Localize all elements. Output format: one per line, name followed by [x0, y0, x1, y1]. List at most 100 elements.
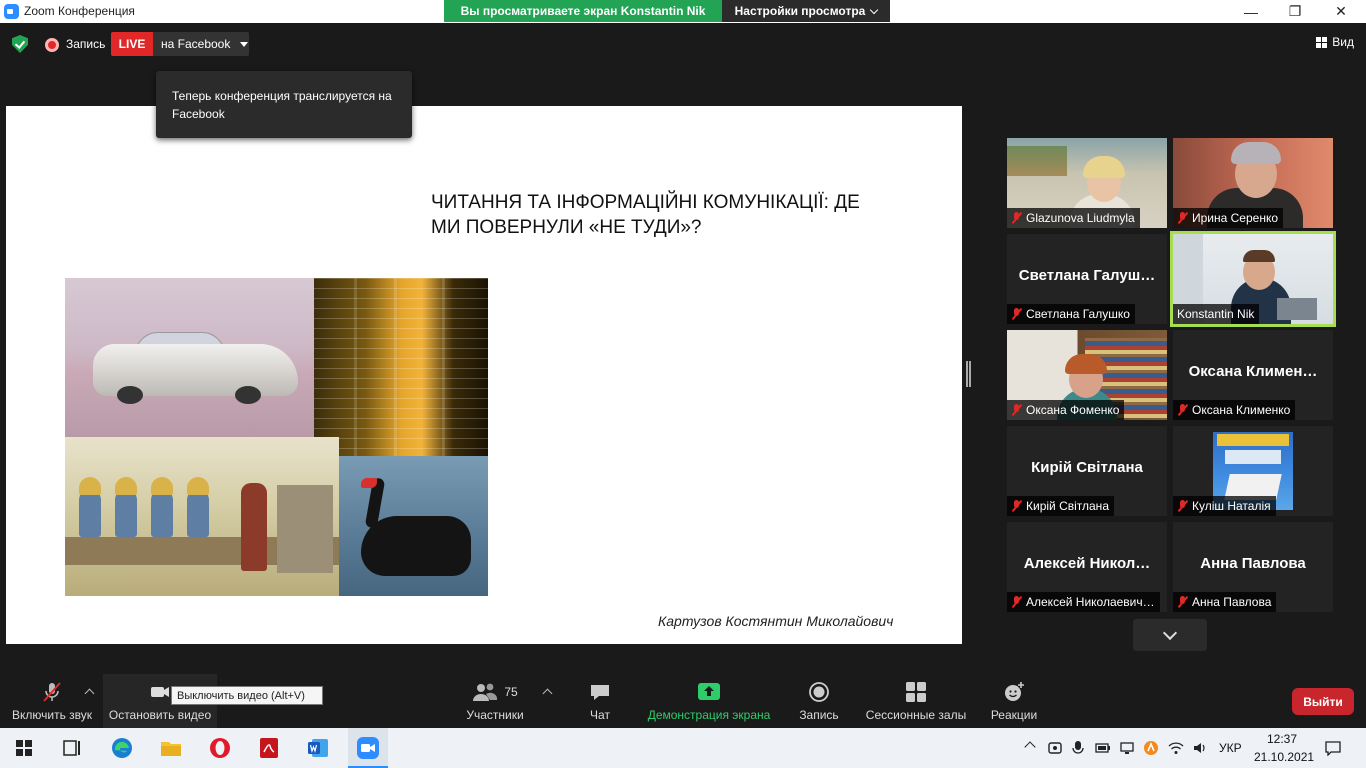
unmute-button[interactable]: Включить звук [10, 674, 94, 728]
participant-nametag: Алексей Николаевич… [1007, 592, 1160, 612]
participants-options-caret-icon[interactable] [542, 688, 553, 699]
record-label: Запись [799, 708, 839, 722]
next-participants-button[interactable] [1133, 619, 1207, 651]
participants-button[interactable]: 75 Участники [462, 674, 528, 728]
participant-tile[interactable]: Оксана Фоменко [1007, 330, 1167, 420]
speaker-volume-icon[interactable] [1192, 740, 1208, 756]
participant-tile[interactable]: Алексей Никол… Алексей Николаевич… [1007, 522, 1167, 612]
wifi-icon[interactable] [1168, 740, 1184, 756]
opera-browser-icon[interactable] [208, 736, 232, 760]
avast-tray-icon[interactable] [1143, 740, 1159, 756]
maximize-button[interactable]: ❐ [1272, 0, 1318, 23]
mic-muted-icon [1011, 500, 1022, 512]
participant-nametag: Glazunova Liudmyla [1007, 208, 1140, 228]
recording-label[interactable]: Запись [66, 37, 105, 51]
slide-title: ЧИТАННЯ ТА ІНФОРМАЦІЙНІ КОМУНІКАЦІЇ: ДЕ … [431, 192, 860, 238]
windows-start-icon[interactable] [16, 740, 32, 756]
zoom-taskbar-active[interactable] [348, 728, 388, 768]
mic-muted-icon [1177, 596, 1188, 608]
recording-dot-icon [45, 38, 59, 52]
breakout-rooms-button[interactable]: Сессионные залы [864, 674, 968, 728]
share-screen-label: Демонстрация экрана [647, 708, 771, 722]
window-title: Zoom Конференция [24, 4, 135, 18]
participant-tile[interactable]: Светлана Галуш… Светлана Галушко [1007, 234, 1167, 324]
word-app-icon[interactable] [306, 736, 330, 760]
breakout-rooms-icon [906, 682, 926, 702]
mic-muted-icon [1011, 212, 1022, 224]
share-screen-button[interactable]: Демонстрация экрана [646, 674, 772, 728]
participant-nametag: Кирій Світлана [1007, 496, 1114, 516]
view-button[interactable]: Вид [1316, 35, 1354, 49]
grid-view-icon [1316, 36, 1328, 48]
live-badge: LIVE [111, 32, 153, 56]
camera-tray-icon[interactable] [1047, 740, 1063, 756]
screen-share-banner: Вы просматриваете экран Konstantin Nik Н… [444, 0, 890, 22]
participants-label: Участники [466, 708, 524, 722]
split-resize-handle[interactable] [966, 361, 971, 387]
leave-meeting-button[interactable]: Выйти [1292, 688, 1354, 715]
live-stream-tooltip: Теперь конференция транслируется на Face… [156, 71, 412, 138]
minimize-button[interactable]: — [1228, 0, 1274, 23]
participant-tile[interactable]: Куліш Наталія [1173, 426, 1333, 516]
slide-author: Картузов Костянтин Миколайович [658, 613, 894, 629]
input-language-indicator[interactable]: УКР [1219, 741, 1242, 755]
participant-tile[interactable]: Glazunova Liudmyla [1007, 138, 1167, 228]
mic-muted-icon [1011, 404, 1022, 416]
edge-browser-icon[interactable] [110, 736, 134, 760]
tray-overflow-icon[interactable] [1024, 741, 1036, 753]
participant-nametag: Ирина Серенко [1173, 208, 1284, 228]
mic-muted-icon [1177, 404, 1188, 416]
chat-button[interactable]: Чат [580, 674, 620, 728]
participant-display-name: Анна Павлова [1200, 555, 1306, 572]
participant-nametag: Konstantin Nik [1173, 304, 1260, 324]
participant-nametag: Оксана Фоменко [1007, 400, 1125, 420]
participant-nametag: Оксана Клименко [1173, 400, 1296, 420]
windows-taskbar: УКР 12:37 21.10.2021 [0, 728, 1366, 768]
slide-image-collage [65, 278, 488, 596]
retro-car-image [65, 278, 314, 437]
participant-tile[interactable]: Кирій Світлана Кирій Світлана [1007, 426, 1167, 516]
participant-tile[interactable]: Оксана Климен… Оксана Клименко [1173, 330, 1333, 420]
share-screen-icon [698, 683, 720, 700]
caret-down-icon [240, 41, 249, 47]
smiley-plus-icon [1005, 682, 1024, 701]
notifications-icon[interactable] [1325, 740, 1341, 756]
view-settings-button[interactable]: Настройки просмотра [722, 0, 890, 22]
chevron-down-icon [870, 5, 879, 14]
file-explorer-icon[interactable] [159, 736, 183, 760]
participant-display-name: Оксана Климен… [1188, 363, 1318, 380]
participant-tile[interactable]: Анна Павлова Анна Павлова [1173, 522, 1333, 612]
mic-muted-icon [1177, 212, 1188, 224]
reactions-button[interactable]: Реакции [988, 674, 1040, 728]
video-camera-icon [151, 687, 169, 697]
reactions-label: Реакции [990, 708, 1038, 722]
view-label: Вид [1332, 35, 1354, 49]
network-tray-icon[interactable] [1119, 740, 1135, 756]
participant-display-name: Светлана Галуш… [1018, 267, 1156, 284]
participant-tile-active-speaker[interactable]: Konstantin Nik [1170, 231, 1336, 327]
black-swan-image [339, 456, 488, 596]
clock-time[interactable]: 12:37 [1267, 732, 1297, 746]
close-button[interactable]: ✕ [1318, 0, 1364, 23]
security-shield-icon[interactable] [12, 35, 28, 53]
live-target-label: на Facebook [161, 37, 231, 51]
microphone-tray-icon[interactable] [1071, 740, 1085, 756]
view-settings-label: Настройки просмотра [734, 4, 866, 18]
retro-classroom-image [65, 437, 339, 596]
zoom-app-icon [4, 4, 19, 19]
participant-nametag: Анна Павлова [1173, 592, 1277, 612]
viewing-screen-label: Вы просматриваете экран Konstantin Nik [444, 0, 722, 22]
chat-label: Чат [590, 708, 610, 722]
battery-icon[interactable] [1095, 741, 1111, 755]
participants-count: 75 [504, 685, 518, 699]
record-button[interactable]: Запись [796, 674, 842, 728]
unmute-label: Включить звук [11, 708, 93, 722]
stop-video-label: Остановить видео [108, 708, 212, 722]
participant-tile[interactable]: Ирина Серенко [1173, 138, 1333, 228]
live-stream-dropdown[interactable]: на Facebook [153, 32, 249, 56]
task-view-icon[interactable] [60, 736, 84, 760]
clock-date[interactable]: 21.10.2021 [1254, 750, 1314, 764]
pdf-reader-icon[interactable] [257, 736, 281, 760]
chat-bubble-icon [591, 685, 609, 700]
zoom-app-icon [357, 737, 379, 759]
